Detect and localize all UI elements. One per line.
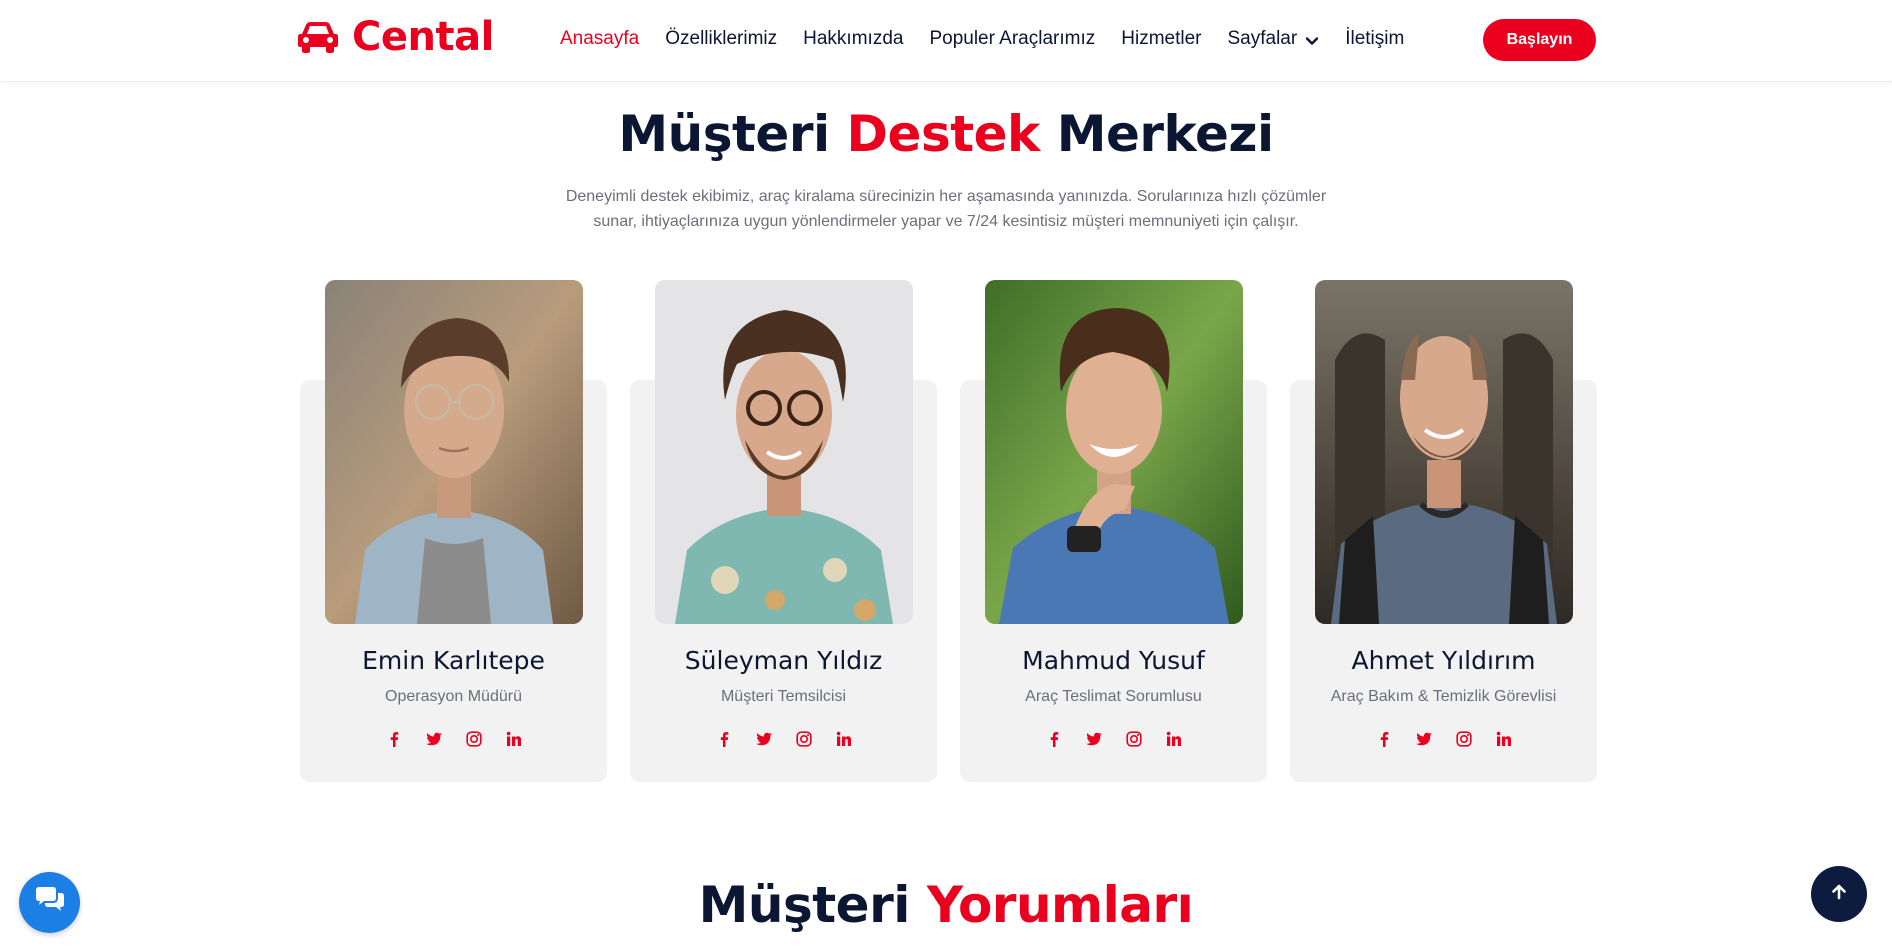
testimonials-title-accent: Yorumları (926, 876, 1194, 934)
nav-item-sayfalar-label: Sayfalar (1227, 28, 1298, 49)
nav-item-sayfalar[interactable]: Sayfalar (1227, 28, 1319, 50)
section-title: Müşteri Destek Merkezi (0, 105, 1892, 163)
instagram-icon[interactable] (795, 730, 813, 748)
brand-name: Cental (352, 14, 494, 60)
team-member-photo (325, 280, 583, 624)
testimonials-title: Müşteri Yorumları (0, 876, 1892, 934)
linkedin-icon[interactable] (1165, 730, 1183, 748)
social-links (630, 730, 937, 748)
chat-icon (34, 886, 66, 919)
social-links (300, 730, 607, 748)
back-to-top-button[interactable] (1811, 866, 1867, 922)
facebook-icon[interactable] (385, 730, 403, 748)
main-nav: Anasayfa Özelliklerimiz Hakkımızda Popul… (560, 24, 1430, 54)
twitter-icon[interactable] (1085, 730, 1103, 748)
team-member-name: Süleyman Yıldız (684, 646, 883, 675)
team-card: Mahmud Yusuf Araç Teslimat Sorumlusu (960, 280, 1267, 782)
section-title-part2: Merkezi (1056, 105, 1274, 163)
team-member-photo (655, 280, 913, 624)
team-member-role: Müşteri Temsilcisi (720, 688, 847, 705)
chat-button[interactable] (19, 872, 80, 933)
team-member-name: Ahmet Yıldırım (1351, 646, 1536, 675)
instagram-icon[interactable] (1125, 730, 1143, 748)
nav-item-ozelliklerimiz[interactable]: Özelliklerimiz (665, 28, 777, 50)
nav-item-hizmetler[interactable]: Hizmetler (1121, 28, 1201, 50)
nav-item-populer-araclarimiz[interactable]: Populer Araçlarımız (929, 28, 1095, 50)
team-card: Ahmet Yıldırım Araç Bakım & Temizlik Gör… (1290, 280, 1597, 782)
facebook-icon[interactable] (1045, 730, 1063, 748)
linkedin-icon[interactable] (1495, 730, 1513, 748)
nav-item-hakkimizda[interactable]: Hakkımızda (803, 28, 903, 50)
get-started-button[interactable]: Başlayın (1483, 19, 1596, 61)
social-links (960, 730, 1267, 748)
section-title-accent: Destek (846, 105, 1041, 163)
team-member-photo (985, 280, 1243, 624)
section-title-part1: Müşteri (618, 105, 830, 163)
team-member-role: Araç Teslimat Sorumlusu (1025, 688, 1202, 705)
twitter-icon[interactable] (755, 730, 773, 748)
facebook-icon[interactable] (1375, 730, 1393, 748)
linkedin-icon[interactable] (505, 730, 523, 748)
team-member-role: Araç Bakım & Temizlik Görevlisi (1330, 688, 1557, 705)
instagram-icon[interactable] (465, 730, 483, 748)
instagram-icon[interactable] (1455, 730, 1473, 748)
team-card: Süleyman Yıldız Müşteri Temsilcisi (630, 280, 937, 782)
twitter-icon[interactable] (425, 730, 443, 748)
linkedin-icon[interactable] (835, 730, 853, 748)
facebook-icon[interactable] (715, 730, 733, 748)
team-member-name: Emin Karlıtepe (362, 646, 545, 675)
nav-item-iletisim[interactable]: İletişim (1345, 28, 1404, 50)
car-icon (298, 21, 338, 53)
brand-logo[interactable]: Cental (298, 12, 494, 62)
team-member-name: Mahmud Yusuf (1022, 646, 1205, 675)
testimonials-title-part1: Müşteri (698, 876, 911, 934)
social-links (1290, 730, 1597, 748)
team-card: Emin Karlıtepe Operasyon Müdürü (300, 280, 607, 782)
chevron-down-icon (1305, 32, 1319, 46)
section-description: Deneyimli destek ekibimiz, araç kiralama… (565, 188, 1327, 230)
team-member-role: Operasyon Müdürü (385, 688, 522, 705)
navbar: Cental Anasayfa Özelliklerimiz Hakkımızd… (0, 0, 1892, 82)
arrow-up-icon (1830, 883, 1848, 906)
nav-item-anasayfa[interactable]: Anasayfa (560, 28, 639, 50)
team-member-photo (1315, 280, 1573, 624)
twitter-icon[interactable] (1415, 730, 1433, 748)
